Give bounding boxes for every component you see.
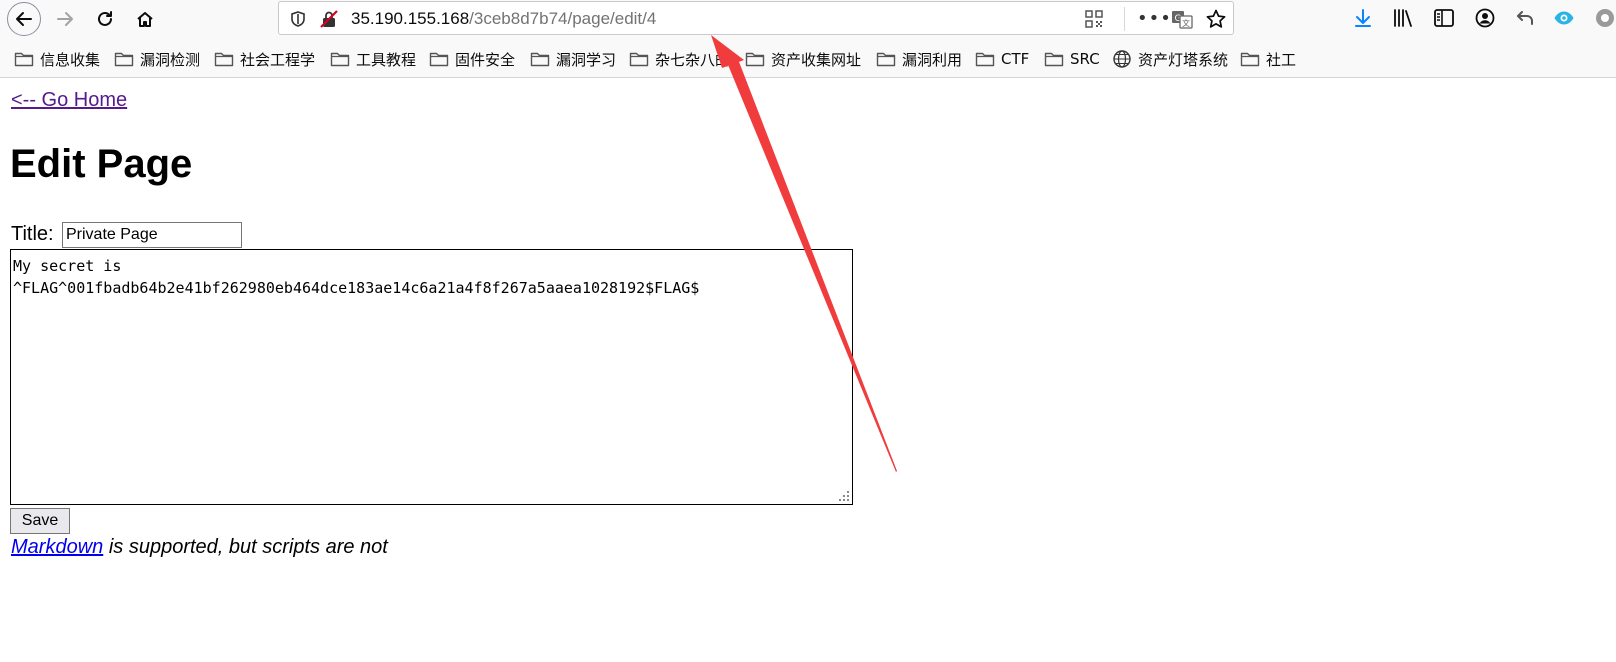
bookmark-label: 资产灯塔系统	[1138, 50, 1229, 69]
translate-icon[interactable]: G文	[1171, 8, 1193, 30]
page-body-textarea[interactable]: My secret is ^FLAG^001fbadb64b2e41bf2629…	[10, 249, 853, 505]
folder-icon	[530, 52, 550, 67]
browser-toolbar: 35.190.155.168/3ceb8d7b74/page/edit/4 ••…	[0, 0, 1616, 38]
bookmark-item[interactable]: 资产收集网址	[745, 48, 861, 70]
resize-grip-icon[interactable]	[837, 489, 851, 503]
folder-icon	[1240, 52, 1260, 67]
folder-icon	[14, 52, 34, 67]
bookmark-item[interactable]: 漏洞利用	[876, 48, 962, 70]
title-label: Title:	[11, 223, 54, 245]
markdown-link[interactable]: Markdown	[11, 536, 103, 558]
bookmark-label: 社工	[1266, 50, 1297, 69]
reload-icon	[98, 11, 112, 26]
bookmark-item[interactable]: 工具教程	[330, 48, 416, 70]
bookmark-label: SRC	[1070, 50, 1100, 68]
folder-icon	[429, 52, 449, 67]
undo-icon[interactable]	[1514, 7, 1536, 29]
page-title: Edit Page	[10, 142, 193, 186]
extension-icon[interactable]	[1594, 7, 1616, 29]
bookmark-item[interactable]: 社工	[1240, 48, 1296, 70]
folder-icon	[876, 52, 896, 67]
bookmark-item[interactable]: CTF	[975, 48, 1029, 70]
bookmark-label: 漏洞学习	[556, 50, 617, 69]
sidebar-icon[interactable]	[1433, 7, 1455, 29]
bookmark-label: 资产收集网址	[771, 50, 862, 69]
bookmark-label: 杂七杂八的	[655, 50, 731, 69]
bookmark-star-icon[interactable]	[1205, 8, 1227, 30]
url-text[interactable]: 35.190.155.168/3ceb8d7b74/page/edit/4	[351, 8, 656, 30]
home-icon	[137, 12, 153, 27]
folder-icon	[1044, 52, 1064, 67]
bookmark-item[interactable]: 漏洞检测	[114, 48, 200, 70]
home-button[interactable]	[128, 2, 162, 36]
folder-icon	[114, 52, 134, 67]
bookmark-item[interactable]: 信息收集	[14, 48, 100, 70]
bookmarks-toolbar: 信息收集 漏洞检测 社会工程学 工具教程 固件安全 漏洞学习 杂七杂八的 资产收集网址 漏洞利用…	[0, 38, 1616, 78]
url-host: 35.190.155.168	[351, 9, 470, 28]
tracking-protection-shield-icon[interactable]	[289, 10, 307, 28]
bookmark-label: 社会工程学	[240, 50, 316, 69]
title-input[interactable]	[62, 222, 242, 248]
bookmark-label: 漏洞检测	[140, 50, 201, 69]
save-button[interactable]: Save	[10, 508, 70, 534]
reload-button[interactable]	[88, 2, 122, 36]
markdown-note-text: is supported, but scripts are not	[103, 536, 388, 558]
arrow-right-icon	[57, 12, 73, 26]
bookmark-item[interactable]: 漏洞学习	[530, 48, 616, 70]
address-bar[interactable]: 35.190.155.168/3ceb8d7b74/page/edit/4 ••…	[278, 1, 1234, 35]
bookmark-label: CTF	[1001, 50, 1030, 68]
bookmark-item[interactable]: 资产灯塔系统	[1112, 48, 1228, 70]
svg-text:文: 文	[1182, 18, 1190, 28]
arrow-left-icon	[16, 12, 32, 26]
bookmark-label: 信息收集	[40, 50, 101, 69]
eye-icon[interactable]	[1553, 7, 1575, 29]
bookmark-label: 漏洞利用	[902, 50, 963, 69]
bookmark-item[interactable]: SRC	[1044, 48, 1100, 70]
insecure-lock-icon[interactable]	[319, 9, 339, 29]
back-button[interactable]	[7, 2, 41, 36]
forward-button[interactable]	[48, 2, 82, 36]
qr-code-icon[interactable]	[1085, 10, 1103, 28]
bookmark-label: 工具教程	[356, 50, 417, 69]
folder-icon	[629, 52, 649, 67]
library-icon[interactable]	[1392, 7, 1414, 29]
downloads-icon[interactable]	[1352, 7, 1374, 29]
page-actions-more-icon[interactable]: •••	[1137, 8, 1172, 29]
bookmark-label: 固件安全	[455, 50, 516, 69]
folder-icon	[745, 52, 765, 67]
go-home-link[interactable]: <-- Go Home	[11, 88, 127, 112]
folder-icon	[214, 52, 234, 67]
folder-icon	[330, 52, 350, 67]
url-bar-divider	[1124, 7, 1125, 31]
bookmark-item[interactable]: 社会工程学	[214, 48, 315, 70]
globe-icon	[1113, 50, 1131, 68]
account-icon[interactable]	[1474, 7, 1496, 29]
folder-icon	[975, 52, 995, 67]
bookmark-item[interactable]: 杂七杂八的	[629, 48, 730, 70]
page-content: <-- Go Home Edit Page Title: My secret i…	[0, 78, 1616, 662]
bookmark-item[interactable]: 固件安全	[429, 48, 515, 70]
markdown-note: Markdown is supported, but scripts are n…	[11, 535, 388, 559]
url-path: /3ceb8d7b74/page/edit/4	[469, 9, 657, 28]
